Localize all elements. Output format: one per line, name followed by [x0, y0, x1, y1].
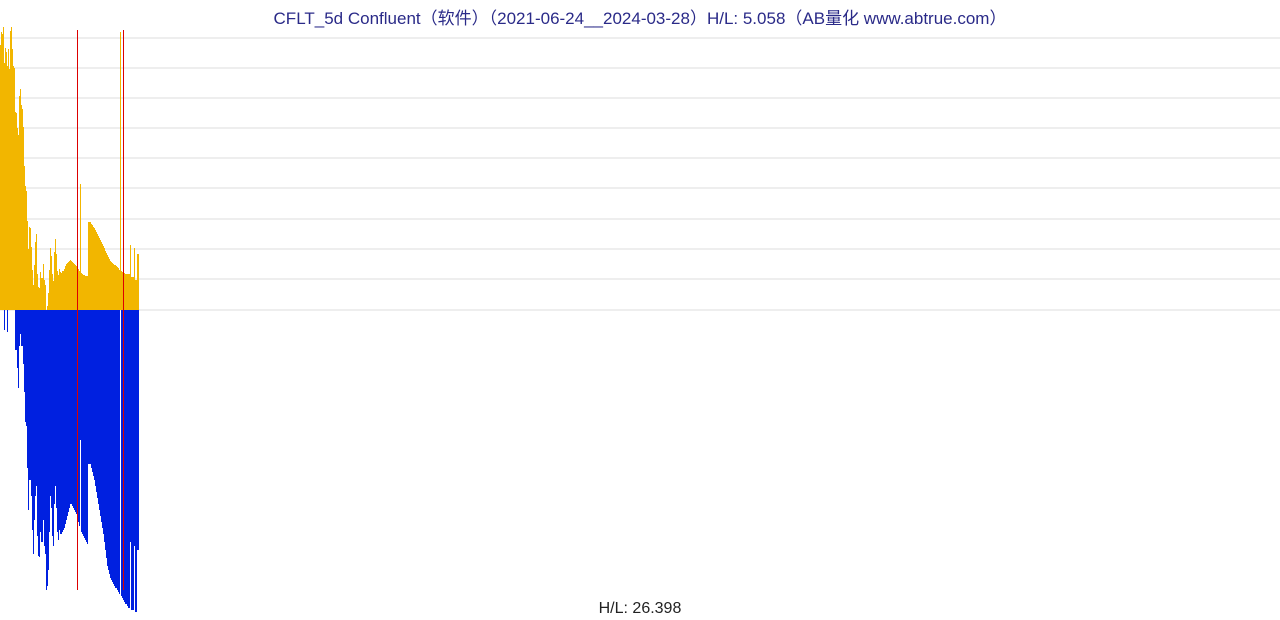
- price-chart: [0, 0, 1280, 620]
